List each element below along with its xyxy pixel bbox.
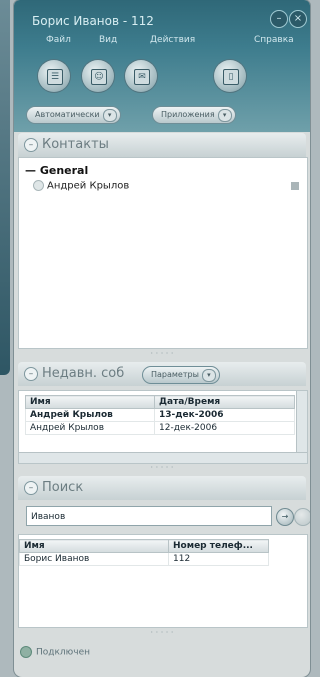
contact-group-general[interactable]: — General (25, 164, 88, 177)
chevron-down-icon: ▾ (217, 109, 232, 122)
contacts-book-icon: ☰ (47, 69, 63, 85)
recent-panel-title: Недавн. соб (42, 366, 125, 381)
col-header-phone[interactable]: Номер телеф... (168, 539, 269, 553)
chat-button[interactable]: ☺ (82, 60, 114, 92)
message-button[interactable]: ✉ (125, 60, 157, 92)
event-name: Андрей Крылов (25, 421, 155, 435)
chevron-down-icon: ▾ (102, 109, 117, 122)
event-date: 13-дек-2006 (154, 408, 295, 422)
search-clear-button[interactable] (294, 508, 310, 526)
result-name: Борис Иванов (19, 552, 169, 566)
presence-dropdown[interactable]: Автоматически ▾ (26, 106, 121, 124)
collapse-contacts-button[interactable]: – (24, 138, 38, 152)
menu-actions[interactable]: Действия (150, 35, 195, 45)
presence-dropdown-label: Автоматически (35, 110, 100, 119)
title-bar: Борис Иванов - 112 – × Файл Вид Действия… (14, 0, 310, 132)
contacts-book-button[interactable]: ☰ (38, 60, 70, 92)
status-offline-icon (33, 180, 44, 191)
menu-help[interactable]: Справка (254, 35, 294, 45)
table-row[interactable]: Андрей Крылов 13-дек-2006 (25, 408, 295, 422)
recent-events-table: Имя Дата/Время Андрей Крылов 13-дек-2006… (18, 390, 308, 464)
col-header-date[interactable]: Дата/Время (154, 395, 295, 409)
close-button[interactable]: × (289, 10, 307, 28)
trash-button[interactable]: ▯ (214, 60, 246, 92)
status-bar: Подключен (20, 646, 90, 658)
recent-filter-dropdown[interactable]: Параметры ▾ (142, 366, 220, 384)
chat-icon: ☺ (91, 69, 107, 85)
event-date: 12-дек-2006 (154, 421, 295, 435)
search-panel-header: – Поиск (18, 476, 306, 500)
apps-dropdown[interactable]: Приложения ▾ (152, 106, 236, 124)
search-results-table: Имя Номер телеф... Борис Иванов 112 (18, 534, 308, 628)
contact-name: Андрей Крылов (47, 180, 130, 192)
menu-file[interactable]: Файл (46, 35, 71, 45)
recent-filter-label: Параметры (151, 370, 199, 379)
event-name: Андрей Крылов (25, 408, 155, 422)
recent-horizontal-scrollbar[interactable] (19, 452, 307, 463)
minimize-button[interactable]: – (270, 10, 288, 28)
recent-panel-header: – Недавн. соб Параметры ▾ (18, 362, 306, 386)
table-row[interactable]: Борис Иванов 112 (19, 552, 269, 566)
col-header-name[interactable]: Имя (19, 539, 169, 553)
trash-icon: ▯ (223, 69, 239, 85)
window-title: Борис Иванов - 112 (32, 14, 154, 28)
connected-icon (20, 646, 32, 658)
contact-item[interactable]: Андрей Крылов (33, 180, 129, 192)
contacts-list: — General Андрей Крылов (18, 157, 308, 349)
recent-vertical-scrollbar[interactable] (296, 391, 307, 453)
col-header-name[interactable]: Имя (25, 395, 155, 409)
apps-dropdown-label: Приложения (161, 110, 215, 119)
result-phone: 112 (168, 552, 269, 566)
background-window-edge (0, 0, 10, 375)
contacts-panel-header: – Контакты (18, 133, 306, 157)
contact-flag-icon (291, 182, 299, 190)
chevron-down-icon: ▾ (201, 369, 216, 382)
menu-view[interactable]: Вид (99, 35, 117, 45)
collapse-search-button[interactable]: – (24, 481, 38, 495)
search-go-button[interactable]: → (276, 508, 294, 526)
panel-resize-grip[interactable]: · · · · · (14, 628, 310, 638)
message-icon: ✉ (134, 69, 150, 85)
panel-resize-grip[interactable]: · · · · · (14, 349, 310, 359)
status-text: Подключен (36, 647, 90, 658)
main-window: Борис Иванов - 112 – × Файл Вид Действия… (14, 0, 310, 677)
menu-bar: Файл Вид Действия Справка (14, 35, 310, 51)
search-input[interactable]: Иванов (26, 506, 272, 526)
search-panel-title: Поиск (42, 480, 84, 495)
contacts-panel-title: Контакты (42, 137, 109, 152)
table-row[interactable]: Андрей Крылов 12-дек-2006 (25, 421, 295, 435)
collapse-recent-button[interactable]: – (24, 367, 38, 381)
panel-resize-grip[interactable]: · · · · · (14, 463, 310, 473)
